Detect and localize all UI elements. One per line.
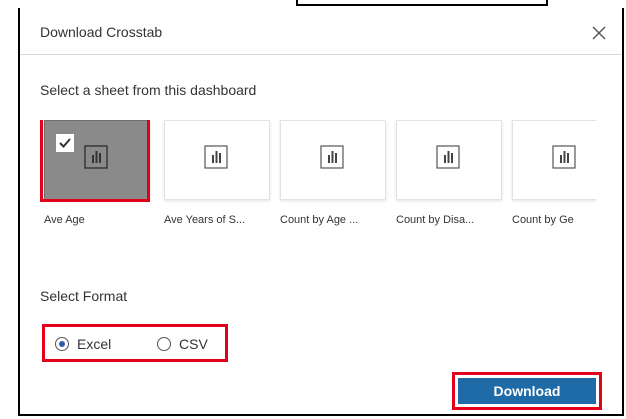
sheet-thumb-label: Count by Ge <box>512 214 574 226</box>
sheet-thumbnail-list: Ave Age Ave Years of S... Count by Age .… <box>40 120 596 240</box>
sheet-thumb-ave-years[interactable]: Ave Years of S... <box>164 120 272 238</box>
download-highlight: Download <box>452 372 602 410</box>
bar-chart-icon <box>436 145 460 169</box>
sheet-thumb-label: Count by Disa... <box>396 214 475 226</box>
format-option-csv[interactable]: CSV <box>157 336 208 352</box>
bar-chart-icon <box>552 145 576 169</box>
sheet-thumb-count-by-age[interactable]: Count by Age ... <box>280 120 388 238</box>
sheet-checkbox[interactable] <box>56 134 74 152</box>
close-button[interactable] <box>590 24 608 42</box>
radio-unselected-icon[interactable] <box>157 337 171 351</box>
close-icon <box>592 26 606 40</box>
check-icon <box>59 138 71 148</box>
sheet-thumb-label: Count by Age ... <box>280 214 359 226</box>
format-option-label: Excel <box>77 336 112 352</box>
download-crosstab-dialog: Download Crosstab Select a sheet from th… <box>18 8 624 416</box>
format-heading: Select Format <box>40 288 128 304</box>
format-option-excel[interactable]: Excel <box>55 336 111 352</box>
download-button[interactable]: Download <box>458 378 596 404</box>
format-radio-group: Excel CSV <box>42 324 228 362</box>
sheet-selection-heading: Select a sheet from this dashboard <box>40 82 257 98</box>
bar-chart-icon <box>204 145 228 169</box>
sheet-thumb-label: Ave Age <box>44 214 85 226</box>
dialog-title: Download Crosstab <box>40 24 163 40</box>
dialog-header: Download Crosstab <box>20 8 622 55</box>
sheet-thumb-ave-age[interactable]: Ave Age <box>40 120 152 238</box>
format-option-label: CSV <box>179 336 208 352</box>
radio-selected-icon[interactable] <box>55 337 69 351</box>
sheet-thumb-count-by-disability[interactable]: Count by Disa... <box>396 120 504 238</box>
bar-chart-icon <box>320 145 344 169</box>
top-highlight-outline <box>296 0 548 6</box>
sheet-thumb-label: Ave Years of S... <box>164 214 246 226</box>
sheet-thumb-count-by-gender[interactable]: Count by Ge <box>512 120 596 238</box>
bar-chart-icon <box>84 145 108 169</box>
